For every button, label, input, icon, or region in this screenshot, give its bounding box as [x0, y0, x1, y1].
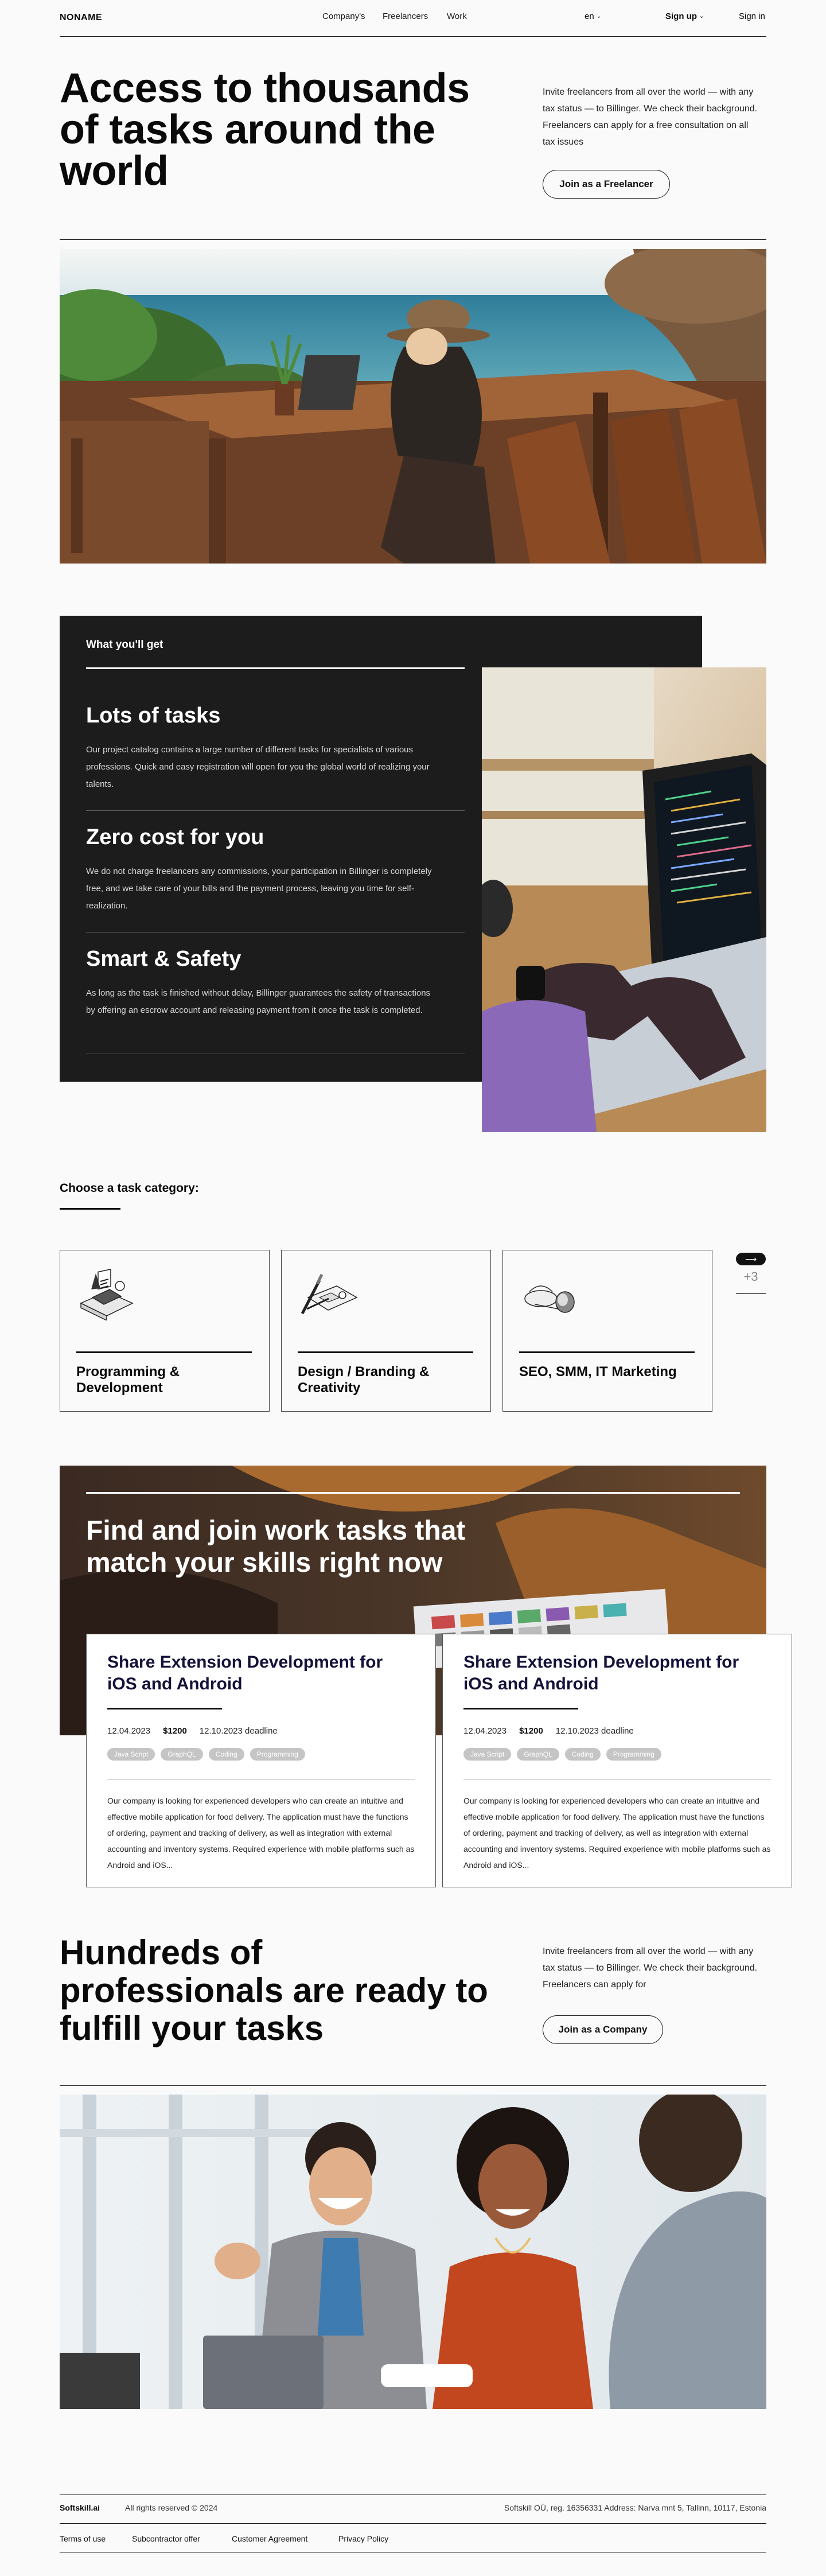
job-divider — [463, 1779, 771, 1780]
footer-link-customer-agreement[interactable]: Customer Agreement — [232, 2534, 307, 2543]
benefit-text: As long as the task is finished without … — [86, 988, 431, 1015]
divider — [60, 239, 766, 240]
professionals-title: Hundreds of professionals are ready to f… — [60, 1933, 488, 2047]
categories-heading: Choose a task category: — [60, 1182, 199, 1195]
benefits-rule — [86, 667, 465, 669]
job-tag[interactable]: Programming — [606, 1748, 661, 1761]
benefit-title: Smart & Safety — [86, 947, 241, 971]
laptop-coding-photo — [482, 667, 766, 1132]
job-title[interactable]: Share Extension Development for iOS and … — [107, 1652, 417, 1695]
category-rule — [298, 1351, 473, 1353]
job-meta: 12.04.2023 $1200 12.10.2023 deadline — [107, 1726, 278, 1736]
footer-link-subcontractor[interactable]: Subcontractor offer — [132, 2534, 200, 2543]
job-tags: Java Script GraphQL Coding Programming — [463, 1748, 661, 1761]
benefits-heading: What you'll get — [86, 639, 163, 651]
job-tag[interactable]: GraphQL — [517, 1748, 559, 1761]
category-label: SEO, SMM, IT Marketing — [519, 1364, 677, 1380]
job-tag[interactable]: Coding — [208, 1748, 244, 1761]
job-description: Our company is looking for experienced d… — [463, 1796, 771, 1870]
job-title[interactable]: Share Extension Development for iOS and … — [463, 1652, 773, 1695]
footer-brand[interactable]: Softskill.ai — [60, 2503, 100, 2512]
job-deadline: 12.10.2023 deadline — [199, 1726, 278, 1736]
footer-company-info: Softskill OÜ, reg. 16356331 Address: Nar… — [504, 2503, 766, 2512]
categories-underline — [60, 1208, 120, 1210]
footer-link-privacy[interactable]: Privacy Policy — [338, 2534, 388, 2543]
logo[interactable]: NONAME — [60, 13, 102, 23]
job-tag[interactable]: GraphQL — [161, 1748, 203, 1761]
footer-rule — [60, 2523, 766, 2524]
footer-copyright: All rights reserved © 2024 — [125, 2503, 218, 2512]
job-rule — [107, 1708, 222, 1709]
chevron-down-icon: ⌄ — [596, 13, 602, 20]
language-value: en — [585, 11, 594, 21]
nav-work[interactable]: Work — [447, 11, 467, 21]
language-select[interactable]: en ⌄ — [585, 11, 601, 21]
design-illustration-icon — [297, 1269, 360, 1320]
benefit-title: Zero cost for you — [86, 825, 264, 849]
programming-illustration-icon — [75, 1268, 138, 1322]
footer-link-terms[interactable]: Terms of use — [60, 2534, 106, 2543]
category-card-design[interactable]: Design / Branding & Creativity — [281, 1250, 491, 1412]
nav-companies[interactable]: Company's — [322, 11, 365, 21]
category-card-programming[interactable]: Programming & Development — [60, 1250, 270, 1412]
chevron-down-icon: ⌄ — [699, 13, 704, 20]
job-tags: Java Script GraphQL Coding Programming — [107, 1748, 305, 1761]
benefit-text: Our project catalog contains a large num… — [86, 745, 430, 789]
site-header: NONAME Company's Freelancers Work en ⌄ Si… — [60, 0, 766, 37]
join-freelancer-button[interactable]: Join as a Freelancer — [543, 170, 670, 199]
job-date: 12.04.2023 — [463, 1726, 507, 1736]
job-price: $1200 — [519, 1726, 543, 1736]
professionals-description: Invite freelancers from all over the wor… — [543, 1946, 758, 1990]
category-label: Design / Branding & Creativity — [298, 1364, 430, 1396]
marketing-illustration-icon — [518, 1269, 581, 1320]
nav-freelancers[interactable]: Freelancers — [383, 11, 428, 21]
hero-photo-terrace — [60, 249, 766, 564]
job-deadline: 12.10.2023 deadline — [555, 1726, 634, 1736]
job-divider — [107, 1779, 415, 1780]
job-tag[interactable]: Java Script — [463, 1748, 512, 1761]
job-date: 12.04.2023 — [107, 1726, 151, 1736]
sign-up-label: Sign up — [665, 11, 697, 21]
category-card-marketing[interactable]: SEO, SMM, IT Marketing — [502, 1250, 712, 1412]
job-meta: 12.04.2023 $1200 12.10.2023 deadline — [463, 1726, 634, 1736]
jobs-heading: Find and join work tasks that match your… — [86, 1516, 466, 1578]
jobs-rule — [86, 1492, 740, 1494]
category-rule — [519, 1351, 695, 1353]
job-description: Our company is looking for experienced d… — [107, 1796, 415, 1870]
job-card[interactable]: Share Extension Development for iOS and … — [86, 1634, 436, 1887]
slider-next-button[interactable]: ⟶ — [736, 1253, 766, 1265]
job-card[interactable]: Share Extension Development for iOS and … — [442, 1634, 792, 1887]
job-rule — [463, 1708, 578, 1709]
category-rule — [76, 1351, 252, 1353]
benefit-text: We do not charge freelancers any commiss… — [86, 867, 432, 911]
team-meeting-photo — [60, 2095, 766, 2409]
category-label: Programming & Development — [76, 1364, 180, 1396]
job-tag[interactable]: Programming — [250, 1748, 305, 1761]
join-company-button[interactable]: Join as a Company — [543, 2015, 663, 2044]
benefit-title: Lots of tasks — [86, 704, 221, 728]
slider-indicator — [736, 1293, 766, 1294]
hero-title: Access to thousands of tasks around the … — [60, 65, 470, 194]
job-tag[interactable]: Java Script — [107, 1748, 155, 1761]
benefit-divider — [86, 932, 465, 933]
sign-up-menu[interactable]: Sign up ⌄ — [665, 11, 704, 21]
arrow-right-icon: ⟶ — [745, 1254, 757, 1264]
hero-description: Invite freelancers from all over the wor… — [543, 87, 758, 147]
job-tag[interactable]: Coding — [564, 1748, 601, 1761]
benefit-divider — [86, 810, 465, 811]
sign-in-link[interactable]: Sign in — [739, 11, 765, 21]
more-categories-count[interactable]: +3 — [736, 1269, 766, 1284]
job-price: $1200 — [163, 1726, 187, 1736]
divider — [60, 2085, 766, 2086]
